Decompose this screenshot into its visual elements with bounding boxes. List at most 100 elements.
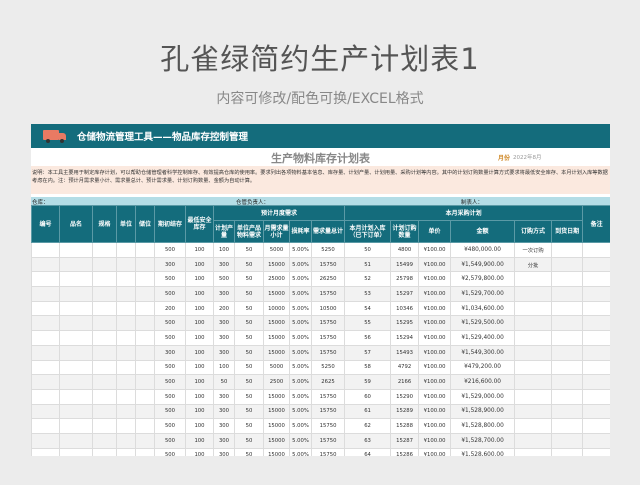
cell-loss-rate[interactable]: 5.00% [289,271,312,288]
cell-loss-rate[interactable]: 5.00% [289,447,312,456]
cell-demand-total[interactable]: 15750 [310,447,346,456]
cell-monthly-sub[interactable]: 15000 [263,388,290,405]
empty-cell[interactable] [135,388,155,405]
cell-arrival[interactable] [551,300,584,317]
cell-min-stock[interactable]: 100 [185,374,214,390]
cell-order-qty[interactable]: 15297 [390,286,420,302]
cell-unit-material[interactable]: 50 [234,447,264,456]
empty-cell[interactable] [31,344,60,361]
cell-opening[interactable]: 500 [154,374,186,390]
empty-cell[interactable] [59,359,93,376]
cell-plan-output[interactable]: 500 [213,271,235,288]
empty-cell[interactable] [59,403,93,420]
cell-unit-material[interactable]: 50 [234,256,264,273]
cell-remark[interactable] [582,403,610,420]
cell-loss-rate[interactable]: 5.00% [289,300,312,317]
empty-cell[interactable] [59,344,93,361]
cell-order-method[interactable] [514,315,553,332]
cell-unit-material[interactable]: 50 [234,359,264,376]
cell-order-method[interactable] [514,286,553,302]
cell-plan-output[interactable]: 300 [213,286,235,302]
cell-demand-total[interactable]: 5250 [310,242,346,258]
cell-planned-in[interactable]: 62 [344,418,392,434]
cell-order-method[interactable]: 分批 [514,256,553,273]
cell-monthly-sub[interactable]: 15000 [263,432,290,449]
empty-cell[interactable] [116,432,136,449]
empty-cell[interactable] [135,330,155,346]
cell-arrival[interactable] [551,374,584,390]
cell-remark[interactable] [582,374,610,390]
cell-demand-total[interactable]: 26250 [310,271,346,288]
cell-unit-material[interactable]: 50 [234,300,264,317]
cell-remark[interactable] [582,432,610,449]
cell-monthly-sub[interactable]: 15000 [263,447,290,456]
cell-price[interactable]: ¥100.00 [418,242,452,258]
cell-amount[interactable]: ¥216,600.00 [450,374,516,390]
cell-order-method[interactable] [514,344,553,361]
cell-order-qty[interactable]: 4792 [390,359,420,376]
cell-unit-material[interactable]: 50 [234,242,264,258]
cell-price[interactable]: ¥100.00 [418,374,452,390]
cell-arrival[interactable] [551,315,584,332]
cell-planned-in[interactable]: 61 [344,403,392,420]
empty-cell[interactable] [31,374,60,390]
cell-unit-material[interactable]: 50 [234,286,264,302]
cell-arrival[interactable] [551,432,584,449]
cell-amount[interactable]: ¥480,000.00 [450,242,516,258]
cell-loss-rate[interactable]: 5.00% [289,256,312,273]
cell-min-stock[interactable]: 100 [185,315,214,332]
empty-cell[interactable] [92,256,117,273]
empty-cell[interactable] [31,286,60,302]
cell-unit-material[interactable]: 50 [234,344,264,361]
cell-opening[interactable]: 500 [154,388,186,405]
empty-cell[interactable] [31,432,60,449]
cell-order-method[interactable] [514,388,553,405]
cell-remark[interactable] [582,300,610,317]
empty-cell[interactable] [59,374,93,390]
cell-monthly-sub[interactable]: 15000 [263,315,290,332]
cell-demand-total[interactable]: 2625 [310,374,346,390]
cell-amount[interactable]: ¥1,528,900.00 [450,403,516,420]
maker-label[interactable]: 制表人： [461,198,483,206]
cell-amount[interactable]: ¥1,034,600.00 [450,300,516,317]
cell-price[interactable]: ¥100.00 [418,286,452,302]
cell-min-stock[interactable]: 100 [185,403,214,420]
empty-cell[interactable] [92,286,117,302]
empty-cell[interactable] [92,374,117,390]
empty-cell[interactable] [135,403,155,420]
cell-loss-rate[interactable]: 5.00% [289,359,312,376]
cell-min-stock[interactable]: 100 [185,286,214,302]
empty-cell[interactable] [116,315,136,332]
cell-monthly-sub[interactable]: 15000 [263,330,290,346]
cell-unit-material[interactable]: 50 [234,418,264,434]
cell-min-stock[interactable]: 100 [185,242,214,258]
empty-cell[interactable] [135,271,155,288]
cell-order-qty[interactable]: 15295 [390,315,420,332]
cell-planned-in[interactable]: 57 [344,344,392,361]
cell-planned-in[interactable]: 55 [344,315,392,332]
cell-amount[interactable]: ¥1,529,500.00 [450,315,516,332]
cell-order-method[interactable] [514,447,553,456]
empty-cell[interactable] [59,300,93,317]
cell-remark[interactable] [582,271,610,288]
empty-cell[interactable] [135,432,155,449]
cell-planned-in[interactable]: 50 [344,242,392,258]
cell-order-qty[interactable]: 15290 [390,388,420,405]
empty-cell[interactable] [92,418,117,434]
cell-plan-output[interactable]: 200 [213,300,235,317]
empty-cell[interactable] [135,300,155,317]
cell-amount[interactable]: ¥1,528,700.00 [450,432,516,449]
empty-cell[interactable] [92,315,117,332]
cell-order-qty[interactable]: 15294 [390,330,420,346]
empty-cell[interactable] [59,315,93,332]
empty-cell[interactable] [116,271,136,288]
empty-cell[interactable] [135,447,155,456]
cell-unit-material[interactable]: 50 [234,432,264,449]
cell-order-method[interactable] [514,418,553,434]
cell-demand-total[interactable]: 15750 [310,418,346,434]
empty-cell[interactable] [135,286,155,302]
empty-cell[interactable] [116,300,136,317]
cell-demand-total[interactable]: 15750 [310,330,346,346]
cell-planned-in[interactable]: 56 [344,330,392,346]
cell-order-method[interactable] [514,432,553,449]
